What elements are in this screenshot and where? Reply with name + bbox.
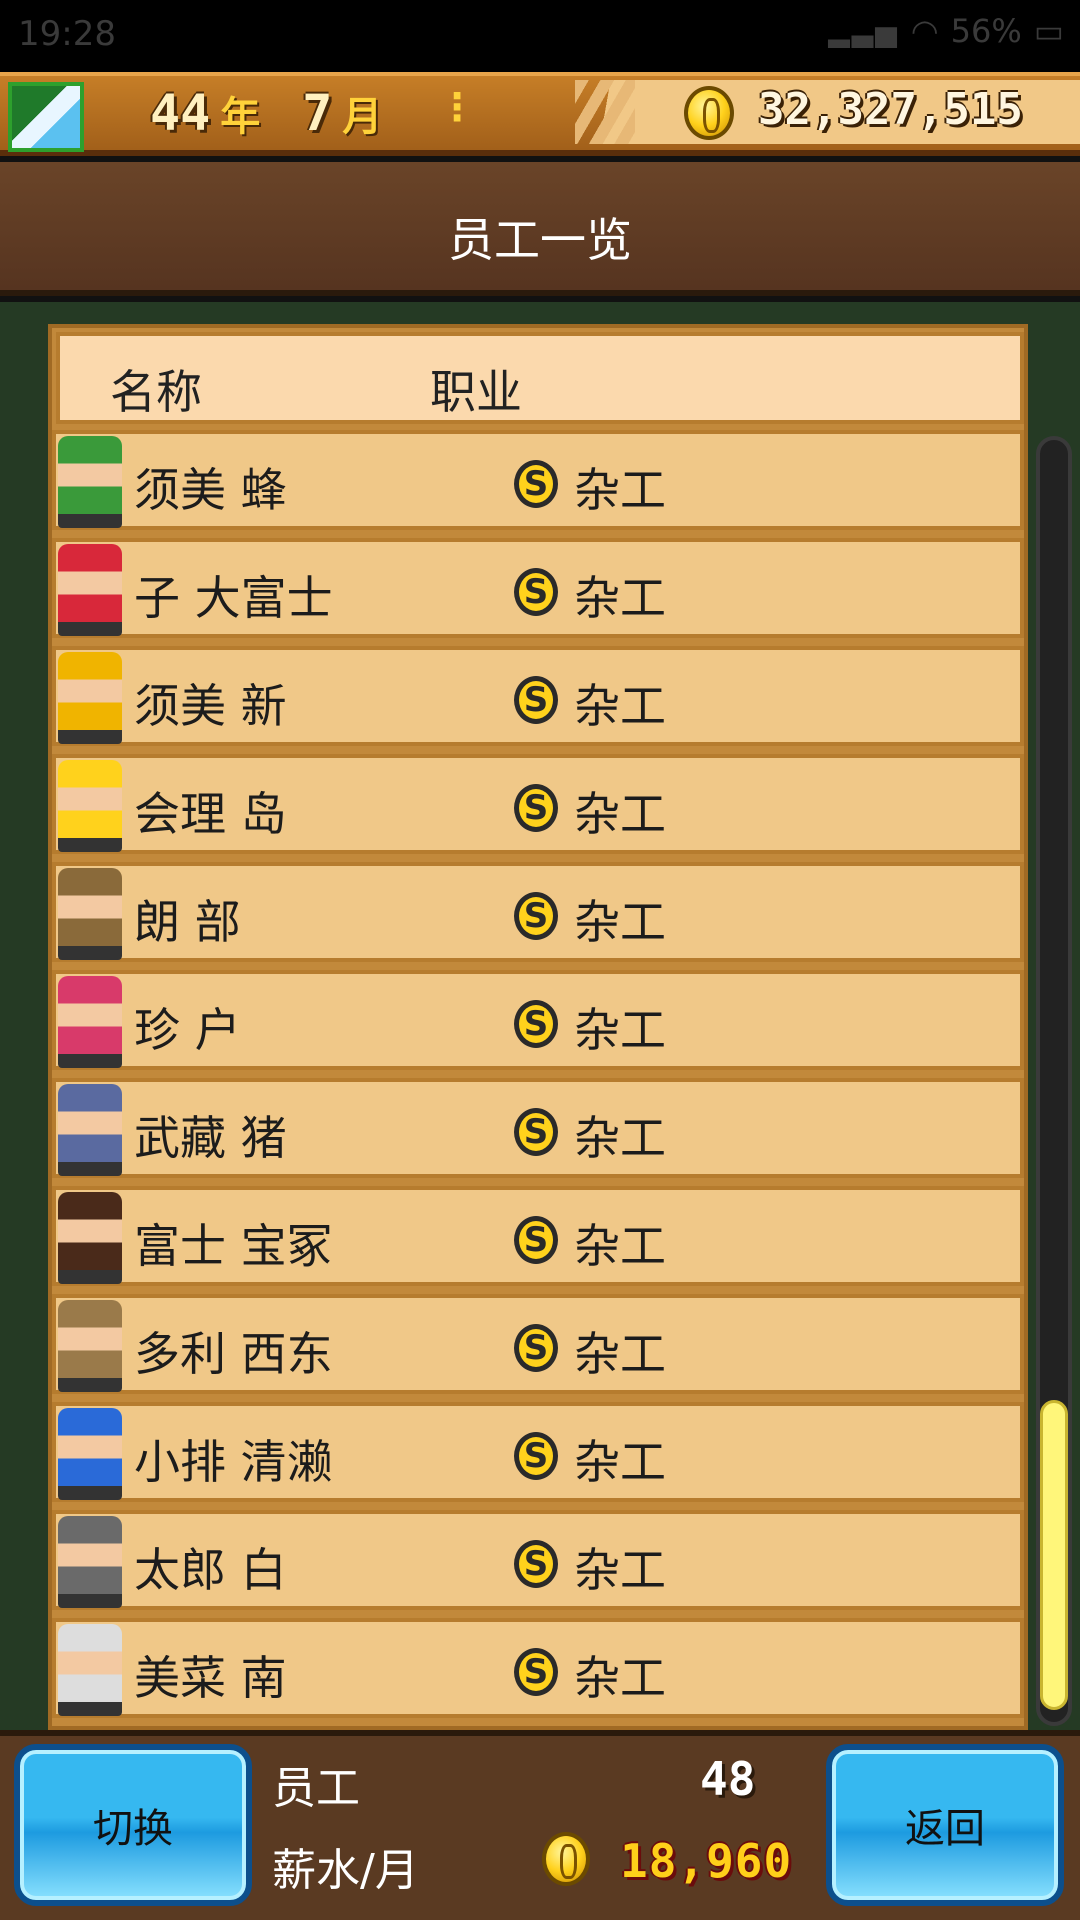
employees-count: 48 (700, 1752, 756, 1806)
list-item[interactable]: 太郎 白 S 杂工 (52, 1510, 1024, 1610)
salary-value: 18,960 (620, 1834, 793, 1888)
rank-badge-icon: S (514, 1432, 558, 1480)
status-bar: 19:28 ▂▃▅ ◠ 56% ▭ (0, 0, 1080, 72)
employee-name: 多利 西东 (134, 1327, 333, 1381)
year-value: 44 (150, 84, 211, 142)
rank-badge-icon: S (514, 1324, 558, 1372)
back-button[interactable]: 返回 (826, 1744, 1064, 1906)
game-date: 44 年 7 月 (150, 84, 414, 142)
header-job: 职业 (430, 365, 522, 419)
employee-avatar-icon (58, 1084, 122, 1176)
rank-badge-icon: S (514, 1648, 558, 1696)
rank-badge-icon: S (514, 676, 558, 724)
list-item[interactable]: 须美 新 S 杂工 (52, 646, 1024, 746)
list-item[interactable]: 富士 宝冢 S 杂工 (52, 1186, 1024, 1286)
panel-stripe (575, 80, 635, 144)
page-title: 员工一览 (448, 213, 632, 267)
rank-badge-icon: S (514, 1540, 558, 1588)
employee-name: 太郎 白 (134, 1543, 287, 1597)
employee-name: 美菜 南 (134, 1651, 287, 1705)
switch-button-label: 切换 (93, 1806, 173, 1852)
employee-job: 杂工 (574, 463, 666, 517)
table-header: 名称 职业 (56, 332, 1024, 424)
scrollbar-thumb[interactable] (1040, 1400, 1068, 1710)
list-item[interactable]: 多利 西东 S 杂工 (52, 1294, 1024, 1394)
month-unit: 月 (342, 94, 383, 140)
employees-label: 员工 (272, 1763, 360, 1814)
wifi-icon: ◠ (910, 12, 939, 50)
list-item[interactable]: 须美 蜂 S 杂工 (52, 430, 1024, 530)
employee-avatar-icon (58, 1300, 122, 1392)
rank-badge-icon: S (514, 568, 558, 616)
employee-name: 须美 蜂 (134, 463, 287, 517)
rank-badge-icon: S (514, 784, 558, 832)
signal-icon: ▂▃▅ (828, 14, 899, 48)
employee-job: 杂工 (574, 679, 666, 733)
employee-name: 会理 岛 (134, 787, 287, 841)
salary-label: 薪水/月 (272, 1845, 419, 1896)
employee-avatar-icon (58, 1516, 122, 1608)
coin-icon (684, 86, 734, 140)
employee-avatar-icon (58, 1192, 122, 1284)
status-indicators: ▂▃▅ ◠ 56% ▭ (828, 12, 1064, 50)
rank-badge-icon: S (514, 1108, 558, 1156)
title-bar: 员工一览 (0, 162, 1080, 296)
money-value: 32,327,515 (758, 84, 1023, 135)
list-item[interactable]: 子 大富士 S 杂工 (52, 538, 1024, 638)
list-item[interactable]: 朗 部 S 杂工 (52, 862, 1024, 962)
employee-avatar-icon (58, 868, 122, 960)
employee-job: 杂工 (574, 1327, 666, 1381)
header-name: 名称 (110, 365, 202, 419)
employee-name: 子 大富士 (134, 571, 333, 625)
employee-name: 朗 部 (134, 895, 241, 949)
employee-job: 杂工 (574, 1003, 666, 1057)
employee-list[interactable]: 须美 蜂 S 杂工子 大富士 S 杂工 须美 新 S 杂工 会理 岛 S 杂工朗 部 S 杂工珍 户S杂… (52, 430, 1024, 1730)
list-item[interactable]: 会理 岛 S 杂工 (52, 754, 1024, 854)
rank-badge-icon: S (514, 1216, 558, 1264)
employee-name: 武藏 猪 (134, 1111, 287, 1165)
employee-job: 杂工 (574, 1651, 666, 1705)
list-item[interactable]: 小排 清濑 S 杂工 (52, 1402, 1024, 1502)
employee-avatar-icon (58, 544, 122, 636)
employee-name: 须美 新 (134, 679, 287, 733)
employee-job: 杂工 (574, 1111, 666, 1165)
employee-avatar-icon (58, 436, 122, 528)
employee-job: 杂工 (574, 1543, 666, 1597)
employee-name: 富士 宝冢 (134, 1219, 333, 1273)
employee-avatar-icon (58, 760, 122, 852)
menu-dots-icon[interactable]: ⋮ (438, 88, 476, 126)
employee-name: 珍 户 (134, 1003, 241, 1057)
employee-job: 杂工 (574, 787, 666, 841)
battery-icon: ▭ (1033, 12, 1064, 50)
list-item[interactable]: 武藏 猪 S 杂工 (52, 1078, 1024, 1178)
rank-badge-icon: S (514, 892, 558, 940)
employee-avatar-icon (58, 1408, 122, 1500)
employee-job: 杂工 (574, 1435, 666, 1489)
coin-icon (542, 1832, 590, 1886)
month-value: 7 (302, 84, 333, 142)
switch-button[interactable]: 切换 (14, 1744, 252, 1906)
battery-text: 56% (950, 12, 1022, 50)
employee-name: 小排 清濑 (134, 1435, 333, 1489)
year-unit: 年 (220, 94, 261, 140)
list-item[interactable]: 美菜 南 S 杂工 (52, 1618, 1024, 1718)
status-time: 19:28 (18, 14, 116, 54)
rank-badge-icon: S (514, 460, 558, 508)
employee-job: 杂工 (574, 571, 666, 625)
employee-job: 杂工 (574, 895, 666, 949)
back-button-label: 返回 (905, 1806, 985, 1852)
list-item[interactable]: 珍 户 S 杂工 (52, 970, 1024, 1070)
rank-badge-icon: S (514, 1000, 558, 1048)
employee-avatar-icon (58, 1624, 122, 1716)
map-icon[interactable] (8, 82, 84, 152)
employee-job: 杂工 (574, 1219, 666, 1273)
employee-avatar-icon (58, 652, 122, 744)
employee-avatar-icon (58, 976, 122, 1068)
